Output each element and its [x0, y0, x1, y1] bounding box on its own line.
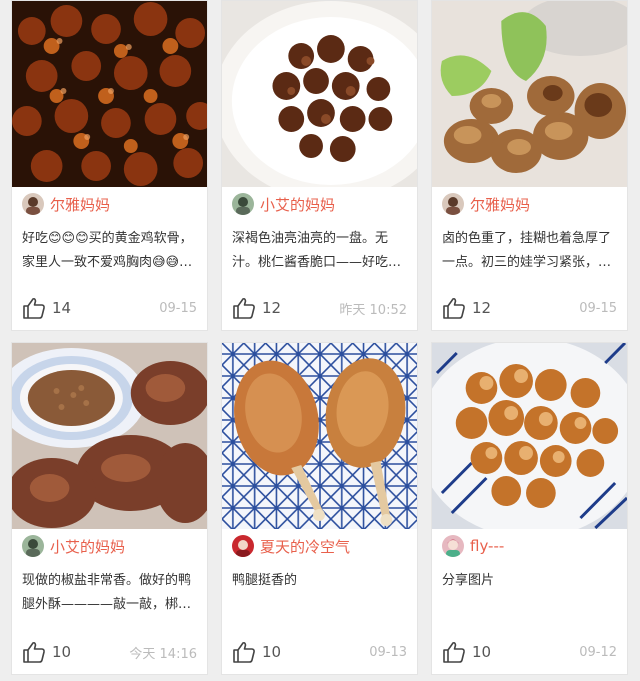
post-card[interactable]: 小艾的妈妈 深褐色油亮油亮的一盘。无汁。桃仁酱香脆口——好吃… 12 昨天 10… — [221, 0, 418, 331]
like-count: 10 — [262, 643, 282, 661]
food-photo[interactable] — [432, 1, 627, 187]
food-photo[interactable] — [222, 343, 417, 529]
like-button[interactable]: 12 — [442, 297, 491, 319]
like-count: 10 — [472, 643, 492, 661]
woman-avatar[interactable] — [442, 193, 464, 215]
post-date: 今天 14:16 — [129, 646, 197, 662]
thumbs-up-icon — [443, 641, 465, 663]
author-row[interactable]: fly--- — [432, 529, 627, 563]
like-button[interactable]: 10 — [22, 641, 71, 663]
post-description[interactable]: 鸭腿挺香的 — [222, 563, 417, 621]
author-name[interactable]: 尔雅妈妈 — [470, 194, 530, 215]
post-card[interactable]: fly--- 分享图片 10 09-12 — [431, 342, 628, 675]
post-date: 09-15 — [579, 300, 617, 316]
post-footer: 10 今天 14:16 — [12, 630, 207, 674]
like-button[interactable]: 10 — [232, 641, 281, 663]
post-card[interactable]: 尔雅妈妈 好吃😊😊😊买的黄金鸡软骨，家里人一致不爱鸡胸肉😅😅… 14 09-15 — [11, 0, 208, 331]
food-photo[interactable] — [222, 1, 417, 187]
thumbs-up-icon — [23, 641, 45, 663]
post-card[interactable]: 小艾的妈妈 现做的椒盐非常香。做好的鸭腿外酥————敲一敲，梆… 10 今天 1… — [11, 342, 208, 675]
author-row[interactable]: 小艾的妈妈 — [222, 187, 417, 221]
author-name[interactable]: 夏天的冷空气 — [260, 536, 350, 557]
post-card[interactable]: 夏天的冷空气 鸭腿挺香的 10 09-13 — [221, 342, 418, 675]
post-date: 09-15 — [159, 300, 197, 316]
child-avatar[interactable] — [232, 193, 254, 215]
post-description[interactable]: 卤的色重了，挂糊也着急厚了一点。初三的娃学习紧张，… — [432, 221, 627, 279]
post-description[interactable]: 好吃😊😊😊买的黄金鸡软骨，家里人一致不爱鸡胸肉😅😅… — [12, 221, 207, 279]
like-count: 12 — [262, 299, 282, 317]
author-row[interactable]: 尔雅妈妈 — [432, 187, 627, 221]
red-avatar[interactable] — [232, 535, 254, 557]
author-name[interactable]: 小艾的妈妈 — [50, 536, 125, 557]
thumbs-up-icon — [233, 641, 255, 663]
recipe-feed-grid: 尔雅妈妈 好吃😊😊😊买的黄金鸡软骨，家里人一致不爱鸡胸肉😅😅… 14 09-15 — [0, 0, 640, 681]
post-description[interactable]: 深褐色油亮油亮的一盘。无汁。桃仁酱香脆口——好吃… — [222, 221, 417, 279]
like-count: 14 — [52, 299, 72, 317]
thumbs-up-icon — [23, 297, 45, 319]
child-avatar[interactable] — [22, 535, 44, 557]
like-count: 12 — [472, 299, 492, 317]
author-row[interactable]: 尔雅妈妈 — [12, 187, 207, 221]
author-name[interactable]: 小艾的妈妈 — [260, 194, 335, 215]
author-name[interactable]: 尔雅妈妈 — [50, 194, 110, 215]
food-photo[interactable] — [12, 343, 207, 529]
thumbs-up-icon — [443, 297, 465, 319]
post-date: 09-13 — [369, 644, 407, 660]
thumbs-up-icon — [233, 297, 255, 319]
like-button[interactable]: 14 — [22, 297, 71, 319]
post-footer: 12 09-15 — [432, 286, 627, 330]
like-count: 10 — [52, 643, 72, 661]
post-footer: 10 09-12 — [432, 630, 627, 674]
post-footer: 12 昨天 10:52 — [222, 286, 417, 330]
post-description[interactable]: 分享图片 — [432, 563, 627, 621]
author-row[interactable]: 小艾的妈妈 — [12, 529, 207, 563]
post-description[interactable]: 现做的椒盐非常香。做好的鸭腿外酥————敲一敲，梆… — [12, 563, 207, 621]
author-name[interactable]: fly--- — [470, 537, 504, 555]
food-photo[interactable] — [12, 1, 207, 187]
girl-avatar[interactable] — [442, 535, 464, 557]
post-footer: 14 09-15 — [12, 286, 207, 330]
woman-avatar[interactable] — [22, 193, 44, 215]
post-footer: 10 09-13 — [222, 630, 417, 674]
post-card[interactable]: 尔雅妈妈 卤的色重了，挂糊也着急厚了一点。初三的娃学习紧张，… 12 09-15 — [431, 0, 628, 331]
like-button[interactable]: 10 — [442, 641, 491, 663]
food-photo[interactable] — [432, 343, 627, 529]
like-button[interactable]: 12 — [232, 297, 281, 319]
post-date: 昨天 10:52 — [339, 302, 407, 318]
author-row[interactable]: 夏天的冷空气 — [222, 529, 417, 563]
post-date: 09-12 — [579, 644, 617, 660]
